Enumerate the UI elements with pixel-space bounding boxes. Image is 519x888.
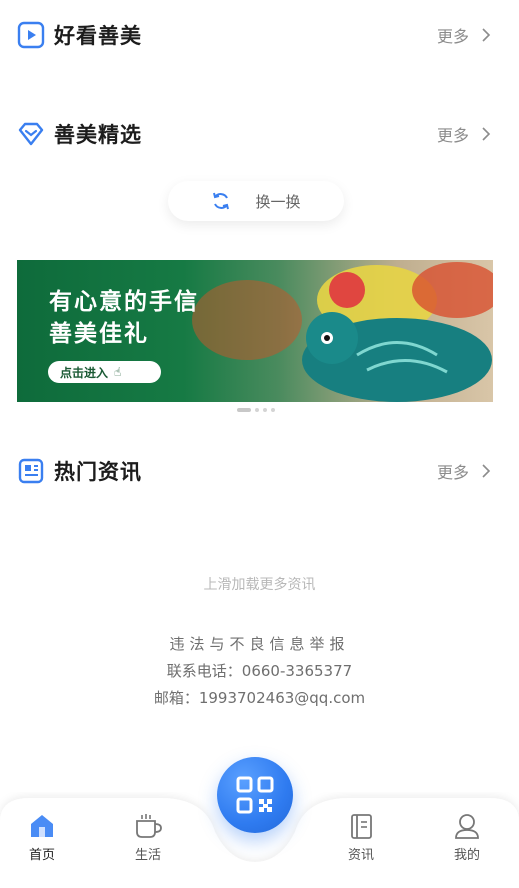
video-play-icon: [17, 21, 45, 49]
pagination-dot: [263, 408, 267, 412]
user-icon: [455, 814, 479, 839]
qr-code-icon: [236, 776, 274, 814]
section-title-featured: 好看善美: [54, 24, 142, 48]
chevron-right-icon: [482, 127, 491, 141]
tab-news-label: 资讯: [347, 848, 374, 863]
banner-cta-label: 点击进入: [60, 365, 109, 380]
more-label: 更多: [436, 126, 469, 145]
tab-life-label: 生活: [134, 848, 161, 863]
banner-headline-1: 有心意的手信: [49, 289, 199, 315]
more-link-selection[interactable]: 更多: [437, 122, 493, 146]
tab-life[interactable]: 生活: [118, 812, 178, 863]
coffee-cup-icon: [136, 814, 162, 838]
pagination-dot: [255, 408, 259, 412]
more-label: 更多: [436, 463, 469, 482]
contact-phone: 联系电话：0660-3365377: [166, 662, 353, 680]
document-icon: [351, 814, 372, 839]
tab-mine-label: 我的: [453, 848, 480, 863]
refresh-button[interactable]: 换一换: [168, 181, 344, 221]
banner-enter-button[interactable]: 点击进入 ☝: [48, 361, 161, 383]
banner-headline-2: 善美佳礼: [49, 321, 149, 347]
section-title-selection: 善美精选: [54, 123, 142, 147]
newspaper-icon: [17, 457, 45, 485]
tab-news[interactable]: 资讯: [331, 812, 391, 863]
pagination-dot-active: [237, 408, 251, 412]
more-link-news[interactable]: 更多: [437, 459, 493, 483]
refresh-label: 换一换: [255, 192, 301, 211]
scan-qr-button[interactable]: [217, 757, 293, 833]
contact-email: 邮箱：1993702463@qq.com: [153, 689, 366, 707]
promo-banner[interactable]: 有心意的手信 善美佳礼 点击进入 ☝: [17, 260, 493, 402]
load-more-hint: 上滑加载更多资讯: [203, 577, 316, 593]
hand-pointer-icon: ☝: [114, 365, 122, 379]
tab-home-label: 首页: [28, 848, 55, 863]
section-title-news: 热门资讯: [54, 460, 142, 484]
section-header-featured: 好看善美 更多: [17, 17, 493, 53]
report-text: 违法与不良信息举报: [169, 635, 350, 653]
home-icon: [31, 815, 53, 837]
more-label: 更多: [436, 27, 469, 46]
pagination-dot: [271, 408, 275, 412]
chevron-right-icon: [482, 28, 491, 42]
more-link-featured[interactable]: 更多: [437, 23, 493, 47]
section-header-news: 热门资讯 更多: [17, 453, 493, 489]
banner-pagination: [237, 408, 275, 412]
section-header-selection: 善美精选 更多: [17, 116, 493, 152]
refresh-icon: [213, 192, 230, 210]
diamond-icon: [17, 120, 45, 148]
tab-home[interactable]: 首页: [12, 812, 72, 863]
tab-mine[interactable]: 我的: [437, 812, 497, 863]
chevron-right-icon: [482, 464, 491, 478]
